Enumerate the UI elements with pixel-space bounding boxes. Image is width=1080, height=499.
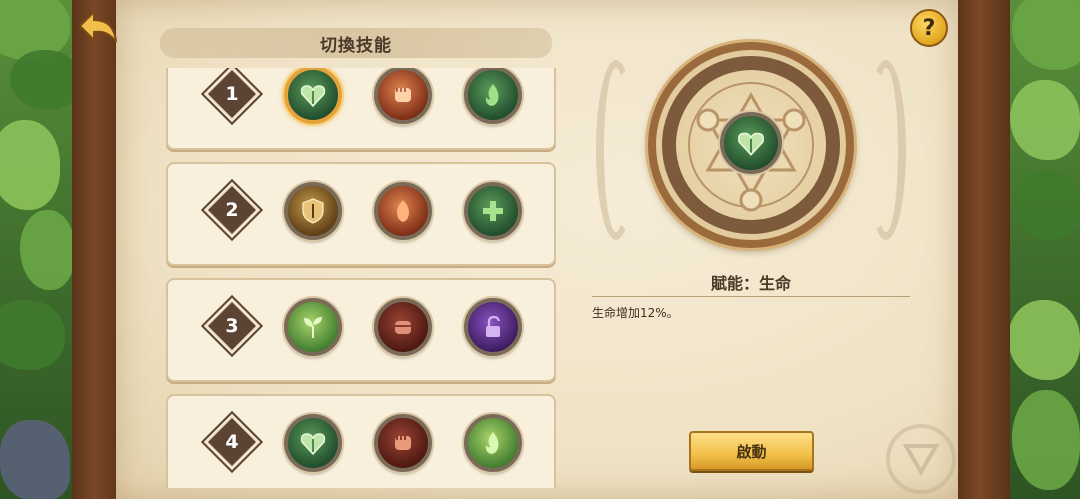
decorative-triangle-emblem [886, 424, 956, 494]
green-flame-icon [485, 84, 499, 106]
heart-leaf-icon [300, 85, 326, 108]
skill-slot[interactable] [284, 298, 342, 356]
activate-label: 啟動 [736, 442, 767, 461]
foliage [0, 120, 60, 210]
skill-slot[interactable] [464, 68, 522, 124]
page-title: 切換技能 [320, 35, 392, 56]
row-number: 2 [225, 199, 239, 221]
foliage [1012, 390, 1080, 490]
skill-slot[interactable] [374, 182, 432, 240]
green-flame-icon [485, 432, 499, 454]
green-cross-icon [483, 201, 503, 221]
wood-frame-left [72, 0, 122, 499]
rock [0, 420, 70, 499]
grip-fist-icon [395, 321, 411, 334]
foliage [1010, 80, 1080, 160]
decorative-arc-left [596, 60, 636, 240]
wood-frame-right [955, 0, 1010, 499]
foliage [10, 50, 80, 110]
heart-leaf-icon [738, 132, 764, 156]
divider [592, 296, 910, 297]
skill-set-row-2[interactable]: 2 [166, 162, 556, 266]
foliage [1008, 300, 1080, 380]
fire-hand-icon [397, 200, 409, 222]
foliage [20, 210, 75, 290]
skill-slot[interactable] [374, 414, 432, 472]
back-button[interactable] [76, 8, 120, 48]
skill-set-row-4[interactable]: 4 [166, 394, 556, 488]
skill-slot[interactable] [374, 298, 432, 356]
activate-button[interactable]: 啟動 [689, 431, 814, 471]
foliage [1014, 170, 1080, 240]
foliage [0, 300, 65, 370]
back-arrow-icon [78, 9, 117, 43]
help-label: ? [922, 15, 936, 41]
unlock-icon [486, 315, 501, 337]
talent-title: 賦能：生命 [710, 274, 791, 293]
skill-slot[interactable] [374, 68, 432, 124]
skill-slot[interactable] [284, 414, 342, 472]
talent-description: 生命增加12%。 [592, 306, 679, 320]
sprout-icon [304, 317, 322, 338]
skill-slot[interactable] [284, 68, 342, 124]
help-button[interactable]: ? [910, 9, 948, 47]
fist-icon [395, 88, 411, 102]
shield-sword-icon [302, 198, 324, 224]
skill-set-row-1[interactable]: 1 [166, 68, 556, 150]
row-number: 1 [225, 83, 239, 105]
foliage [1012, 0, 1080, 70]
selected-talent-icon [720, 112, 782, 174]
row-number: 4 [225, 431, 239, 453]
header-bar: 切換技能 [160, 28, 552, 58]
heart-leaf-icon [300, 433, 326, 456]
triangle-icon [902, 444, 940, 477]
row-number: 3 [225, 315, 239, 337]
skill-slot[interactable] [464, 414, 522, 472]
fist-icon [395, 436, 411, 450]
skill-slot[interactable] [464, 298, 522, 356]
skill-slot[interactable] [464, 182, 522, 240]
skill-slot[interactable] [284, 182, 342, 240]
skill-set-row-3[interactable]: 3 [166, 278, 556, 382]
decorative-arc-right [866, 60, 906, 240]
skill-set-list[interactable]: 1 2 3 4 [160, 68, 562, 488]
